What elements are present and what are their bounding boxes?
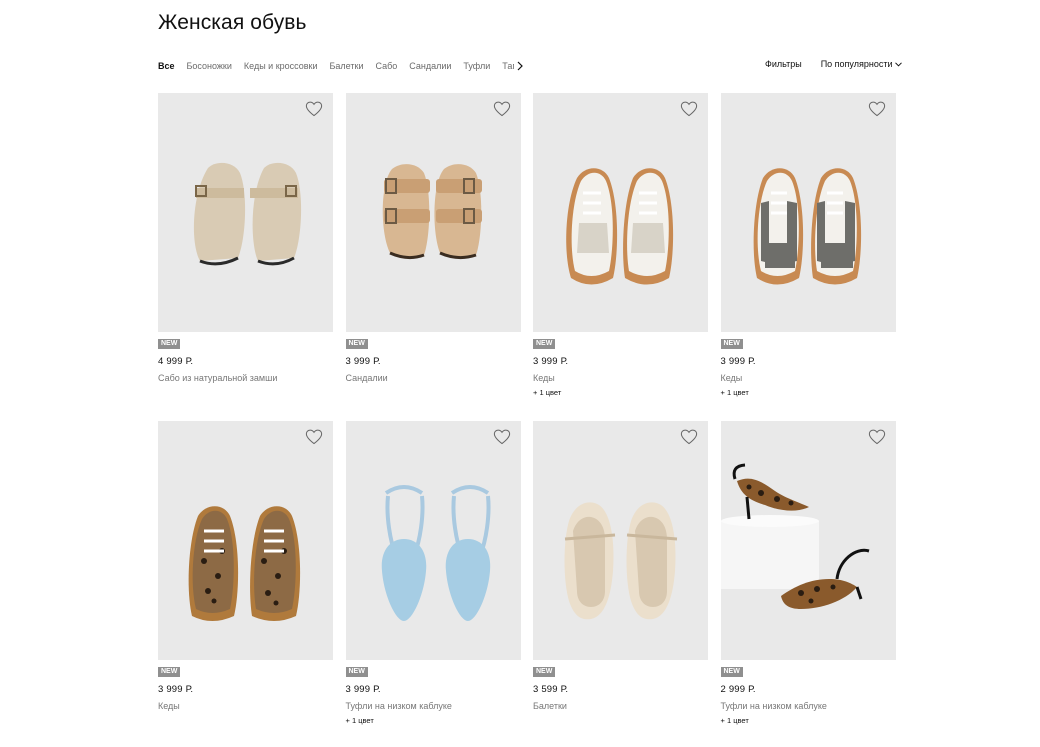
category-slippers[interactable]: Тапочки (502, 61, 514, 71)
product-image[interactable] (158, 93, 333, 332)
product-price: 3 999 Р. (158, 684, 194, 695)
chevron-right-icon[interactable] (516, 61, 526, 71)
category-ballet-flats[interactable]: Балетки (330, 61, 364, 71)
category-shoes[interactable]: Туфли (463, 61, 490, 71)
category-list: Все Босоножки Кеды и кроссовки Балетки С… (158, 61, 514, 71)
product-colors: + 1 цвет (345, 716, 374, 725)
toolbar: Фильтры По популярности (765, 59, 902, 69)
product-clogs-image (193, 162, 302, 266)
product-name[interactable]: Балетки (533, 701, 708, 711)
category-sandals-open[interactable]: Босоножки (187, 61, 232, 71)
new-badge: NEW (533, 339, 556, 349)
category-clogs[interactable]: Сабо (375, 61, 397, 71)
category-all[interactable]: Все (158, 61, 175, 71)
heart-icon[interactable] (305, 101, 323, 117)
new-badge: NEW (158, 339, 181, 349)
product-card[interactable]: NEW 3 999 Р. Кеды (158, 421, 333, 747)
new-badge: NEW (720, 339, 743, 349)
product-sandals-image (382, 164, 482, 260)
heart-icon[interactable] (493, 429, 511, 445)
heart-icon[interactable] (493, 101, 511, 117)
product-price: 3 599 Р. (533, 684, 569, 695)
product-image[interactable] (533, 421, 708, 660)
product-name[interactable]: Туфли на низком каблуке (721, 701, 896, 711)
product-price: 4 999 Р. (158, 356, 194, 367)
product-kitten-heels-image (720, 463, 869, 609)
new-badge: NEW (345, 339, 368, 349)
heart-icon[interactable] (868, 101, 886, 117)
product-colors: + 1 цвет (533, 388, 562, 397)
heart-icon[interactable] (868, 429, 886, 445)
category-nav: Все Босоножки Кеды и кроссовки Балетки С… (158, 59, 526, 73)
new-badge: NEW (158, 667, 181, 677)
new-badge: NEW (345, 667, 368, 677)
product-grid: NEW 4 999 Р. Сабо из натуральной замши N… (158, 93, 896, 747)
product-name[interactable]: Кеды (533, 373, 708, 383)
page-title: Женская обувь (158, 11, 307, 34)
product-colors: + 1 цвет (720, 716, 749, 725)
product-image[interactable] (158, 421, 333, 660)
product-sneakers-white-image (566, 168, 674, 285)
product-colors: + 1 цвет (720, 388, 749, 397)
product-price: 3 999 Р. (720, 356, 756, 367)
product-ballet-flats-image (564, 502, 678, 620)
filters-button[interactable]: Фильтры (765, 59, 802, 69)
chevron-down-icon (894, 61, 902, 67)
product-name[interactable]: Сабо из натуральной замши (158, 373, 333, 383)
product-image[interactable] (345, 421, 521, 660)
product-sneakers-grey-image (753, 168, 861, 285)
product-name[interactable]: Туфли на низком каблуке (346, 701, 521, 711)
new-badge: NEW (720, 667, 743, 677)
product-sneakers-leopard-image (188, 506, 301, 621)
product-name[interactable]: Сандалии (346, 373, 521, 383)
product-card[interactable]: NEW 3 999 Р. Кеды + 1 цвет (533, 93, 708, 421)
product-slingback-blue-image (381, 485, 490, 621)
product-image[interactable] (345, 93, 521, 332)
product-card[interactable]: NEW 2 999 Р. Туфли на низком каблуке + 1… (720, 421, 896, 747)
product-image[interactable] (720, 93, 896, 332)
sort-label: По популярности (820, 59, 893, 69)
product-card[interactable]: NEW 3 999 Р. Сандалии (345, 93, 521, 421)
product-card[interactable]: NEW 3 999 Р. Кеды + 1 цвет (720, 93, 896, 421)
product-image[interactable] (720, 421, 896, 660)
product-name[interactable]: Кеды (721, 373, 896, 383)
new-badge: NEW (533, 667, 556, 677)
product-price: 3 999 Р. (345, 684, 381, 695)
product-price: 3 999 Р. (533, 356, 569, 367)
heart-icon[interactable] (305, 429, 323, 445)
product-name[interactable]: Кеды (158, 701, 333, 711)
product-card[interactable]: NEW 4 999 Р. Сабо из натуральной замши (158, 93, 333, 421)
category-sneakers[interactable]: Кеды и кроссовки (244, 61, 318, 71)
product-image[interactable] (533, 93, 708, 332)
category-sandals[interactable]: Сандалии (409, 61, 451, 71)
heart-icon[interactable] (680, 429, 698, 445)
product-price: 3 999 Р. (345, 356, 381, 367)
sort-dropdown[interactable]: По популярности (821, 59, 902, 69)
product-card[interactable]: NEW 3 999 Р. Туфли на низком каблуке + 1… (345, 421, 521, 747)
product-price: 2 999 Р. (720, 684, 756, 695)
product-card[interactable]: NEW 3 599 Р. Балетки (533, 421, 708, 747)
heart-icon[interactable] (680, 101, 698, 117)
